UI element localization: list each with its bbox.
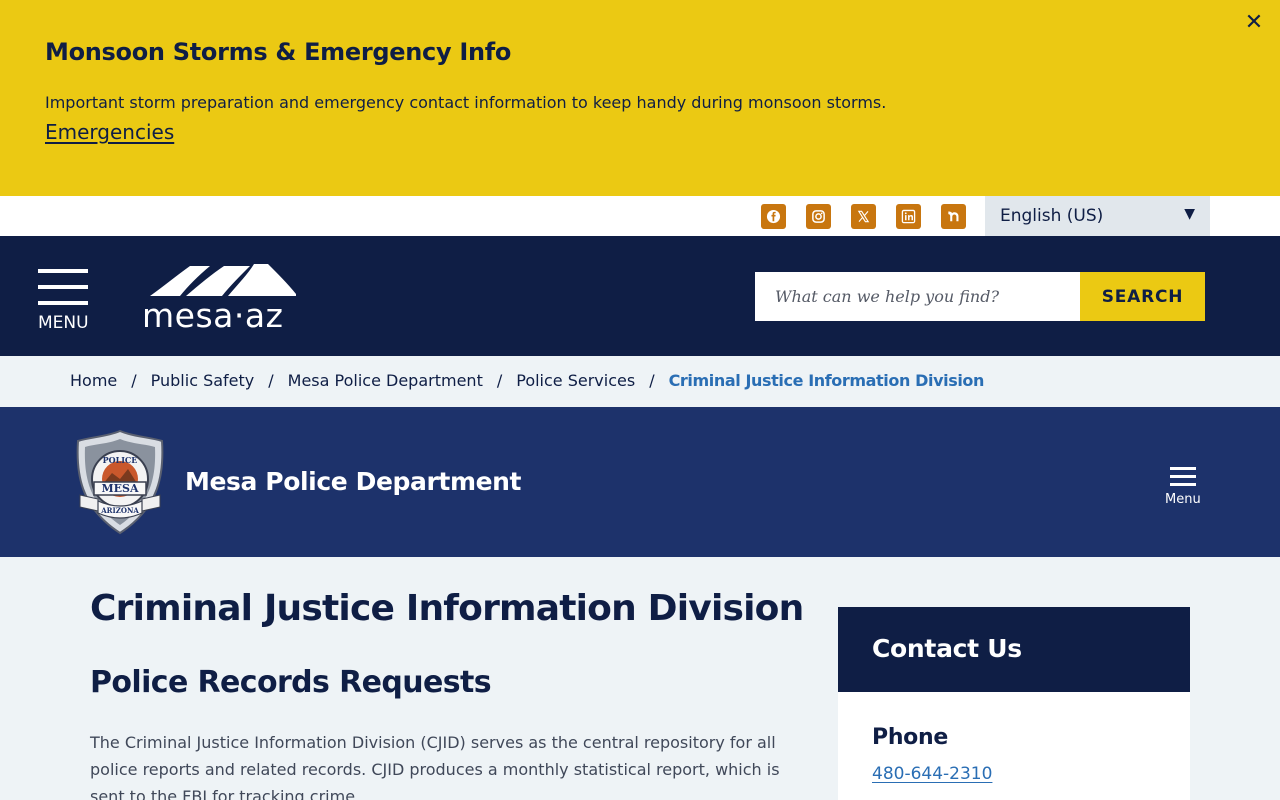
alert-title: Monsoon Storms & Emergency Info bbox=[45, 38, 512, 66]
badge-mesa-text: MESA bbox=[101, 482, 139, 495]
breadcrumb-separator: / bbox=[268, 371, 274, 390]
breadcrumb-police-services[interactable]: Police Services bbox=[516, 371, 635, 390]
utility-bar: English (US) ▼ bbox=[0, 196, 1280, 236]
contact-title: Contact Us bbox=[872, 634, 1022, 663]
phone-label: Phone bbox=[872, 725, 948, 750]
department-banner: MESA POLICE ARIZONA Mesa Police Departme… bbox=[0, 407, 1280, 557]
breadcrumb-home[interactable]: Home bbox=[70, 371, 117, 390]
mesa-mountains-logo-icon bbox=[150, 264, 296, 296]
logo-text: mesa·az bbox=[142, 296, 284, 335]
hamburger-bar bbox=[38, 301, 88, 305]
close-icon[interactable]: ✕ bbox=[1241, 10, 1267, 36]
hamburger-icon bbox=[1170, 467, 1196, 470]
instagram-icon[interactable] bbox=[806, 204, 831, 229]
menu-label: MENU bbox=[38, 313, 89, 333]
mesa-logo[interactable]: mesa·az bbox=[142, 262, 302, 335]
alert-text: Important storm preparation and emergenc… bbox=[45, 93, 887, 112]
contact-header: Contact Us bbox=[838, 607, 1190, 692]
contact-card: Phone 480-644-2310 bbox=[838, 692, 1190, 800]
police-badge-icon[interactable]: MESA POLICE ARIZONA bbox=[72, 429, 168, 535]
facebook-icon[interactable] bbox=[761, 204, 786, 229]
breadcrumb-mesa-police[interactable]: Mesa Police Department bbox=[288, 371, 483, 390]
hamburger-icon bbox=[38, 269, 88, 273]
linkedin-icon[interactable] bbox=[896, 204, 921, 229]
section-title: Police Records Requests bbox=[90, 665, 492, 700]
intro-paragraph: The Criminal Justice Information Divisio… bbox=[90, 733, 780, 800]
breadcrumb-separator: / bbox=[496, 371, 503, 390]
breadcrumb-separator: / bbox=[131, 371, 137, 390]
breadcrumb-separator: / bbox=[649, 371, 655, 390]
department-menu-label: Menu bbox=[1165, 492, 1201, 507]
hamburger-bar bbox=[1170, 483, 1196, 486]
language-value: English (US) bbox=[1000, 206, 1104, 226]
hamburger-bar bbox=[38, 285, 88, 289]
breadcrumb-public-safety[interactable]: Public Safety bbox=[151, 371, 255, 390]
department-menu-button[interactable]: Menu bbox=[1160, 465, 1206, 511]
emergencies-link[interactable]: Emergencies bbox=[45, 120, 174, 144]
hamburger-bar bbox=[1170, 475, 1196, 478]
language-select[interactable]: English (US) ▼ bbox=[985, 196, 1210, 236]
main-menu-button[interactable]: MENU bbox=[38, 269, 94, 335]
badge-arizona-text: ARIZONA bbox=[100, 506, 139, 515]
alert-banner: Monsoon Storms & Emergency Info Importan… bbox=[0, 0, 1280, 196]
breadcrumb-current: Criminal Justice Information Division bbox=[668, 371, 985, 390]
page-title: Criminal Justice Information Division bbox=[90, 588, 804, 629]
site-header: MENU mesa·az SEARCH bbox=[0, 236, 1280, 356]
search-input[interactable] bbox=[755, 272, 1080, 321]
phone-link[interactable]: 480-644-2310 bbox=[872, 764, 992, 784]
badge-police-text: POLICE bbox=[103, 455, 138, 465]
x-icon[interactable] bbox=[851, 204, 876, 229]
nextdoor-icon[interactable] bbox=[941, 204, 966, 229]
department-title[interactable]: Mesa Police Department bbox=[185, 467, 522, 496]
breadcrumb: Home / Public Safety / Mesa Police Depar… bbox=[0, 356, 1280, 407]
caret-down-icon: ▼ bbox=[1184, 206, 1195, 222]
search-button[interactable]: SEARCH bbox=[1080, 272, 1205, 321]
